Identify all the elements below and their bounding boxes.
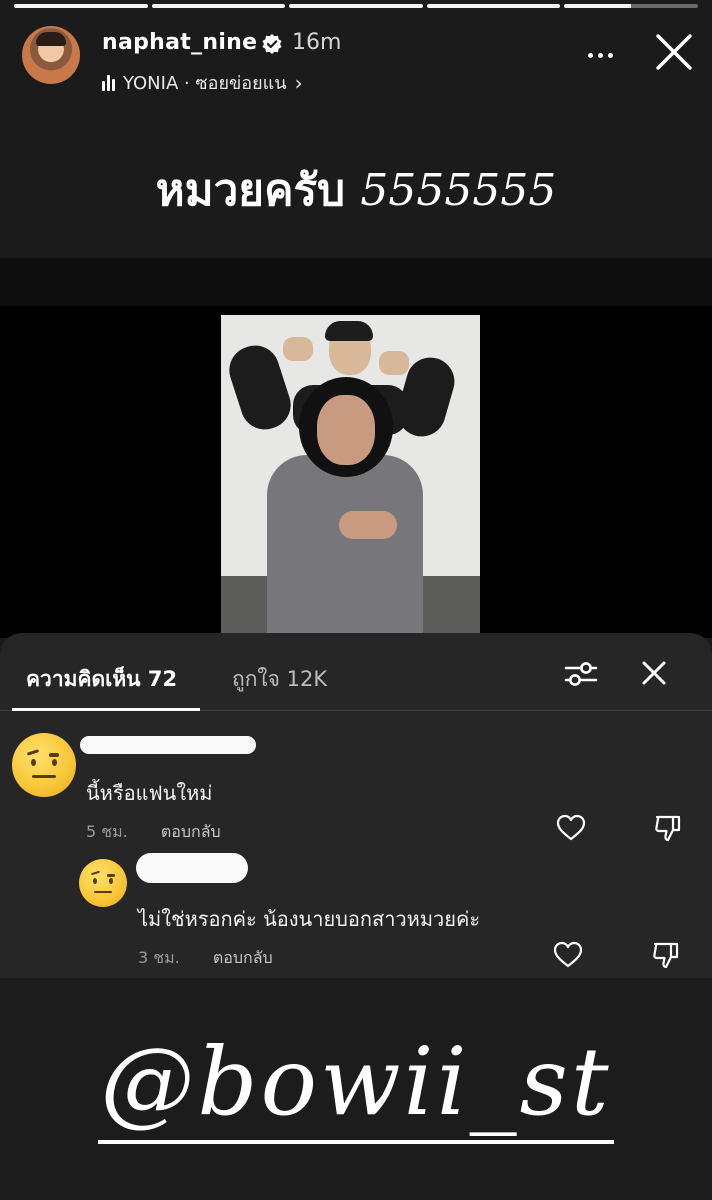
progress-segment (14, 4, 148, 8)
progress-segment-current (564, 4, 698, 8)
filter-sliders-icon[interactable] (564, 659, 598, 689)
music-attribution[interactable]: YONIA · ซอยข่อยแน › (102, 68, 303, 97)
story-header: naphat_nine 16m YONIA · ซอยข่อยแน › (20, 20, 696, 95)
comment-time: 5 ชม. (86, 822, 128, 841)
comment-text: นี้หรือแฟนใหม่ (86, 781, 213, 805)
heart-icon[interactable] (556, 813, 586, 843)
shared-photo (221, 315, 480, 638)
progress-segment (426, 4, 561, 8)
comment-text: ไม่ใช่หรอกค่ะ น้องนายบอกสาวหมวยค่ะ (138, 907, 481, 931)
tab-comments[interactable]: ความคิดเห็น 72 (26, 663, 177, 696)
progress-segment (151, 4, 286, 8)
story-progress-bar (14, 4, 698, 8)
raised-eyebrow-emoji-icon (12, 733, 76, 797)
caption-word: หมวยครับ (155, 165, 346, 216)
caption-number: 5555555 (360, 165, 557, 216)
mention-sticker[interactable]: @bowii_st (0, 1028, 712, 1137)
close-icon[interactable] (652, 30, 696, 74)
raised-eyebrow-emoji-icon (79, 859, 127, 907)
dislike-icon[interactable] (653, 813, 683, 843)
comment-meta: 3 ชม. ตอบกลับ (138, 946, 273, 971)
music-label: YONIA · ซอยข่อยแน (123, 73, 287, 94)
heart-icon[interactable] (553, 940, 583, 970)
redacted-username (136, 853, 248, 883)
reply-button[interactable]: ตอบกลับ (213, 948, 273, 967)
progress-segment (289, 4, 423, 8)
tab-likes[interactable]: ถูกใจ 12K (232, 663, 327, 696)
dislike-icon[interactable] (651, 940, 681, 970)
comments-tabs: ความคิดเห็น 72 ถูกใจ 12K (0, 633, 712, 711)
audio-bars-icon (102, 74, 115, 91)
redacted-username (80, 736, 256, 754)
chevron-right-icon: › (294, 70, 303, 95)
story-caption: หมวยครับ 5555555 (0, 155, 712, 225)
reply-button[interactable]: ตอบกลับ (161, 822, 221, 841)
verified-badge-icon (262, 34, 282, 54)
avatar[interactable] (22, 26, 80, 84)
comment-time: 3 ชม. (138, 948, 180, 967)
comments-panel: ความคิดเห็น 72 ถูกใจ 12K นี้หรือแฟนใหม่ … (0, 633, 712, 978)
comment-meta: 5 ชม. ตอบกลับ (86, 820, 221, 845)
active-tab-indicator (12, 708, 200, 711)
close-comments-icon[interactable] (638, 657, 670, 689)
username[interactable]: naphat_nine (102, 30, 257, 55)
story-time: 16m (292, 30, 342, 55)
more-options-button[interactable] (580, 40, 620, 70)
mention-underline (98, 1140, 614, 1144)
